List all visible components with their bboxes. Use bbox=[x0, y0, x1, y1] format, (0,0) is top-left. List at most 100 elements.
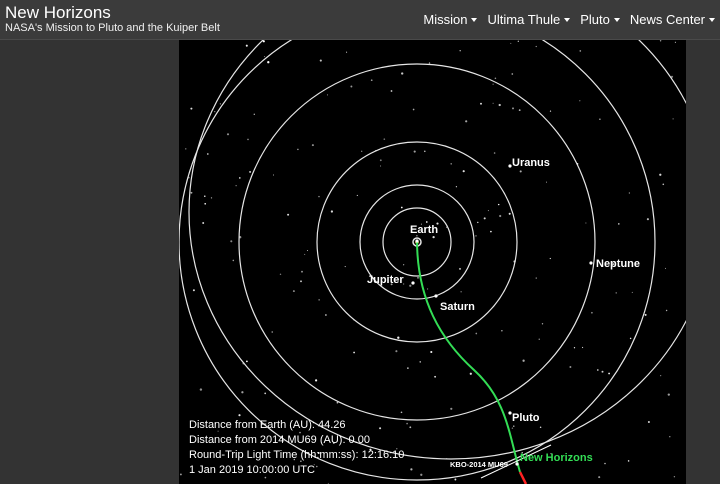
top-navbar: New Horizons NASA's Mission to Pluto and… bbox=[0, 0, 720, 40]
star bbox=[206, 153, 209, 155]
star bbox=[407, 367, 409, 369]
star bbox=[596, 369, 599, 371]
planet-markers bbox=[411, 164, 593, 466]
star bbox=[300, 280, 302, 283]
star bbox=[480, 102, 482, 105]
star bbox=[311, 144, 314, 147]
star bbox=[380, 165, 382, 167]
brand[interactable]: New Horizons NASA's Mission to Pluto and… bbox=[5, 4, 220, 35]
star bbox=[469, 372, 472, 375]
star bbox=[219, 103, 221, 105]
star bbox=[483, 217, 486, 220]
star bbox=[459, 49, 461, 52]
star bbox=[522, 359, 525, 362]
star bbox=[235, 185, 237, 187]
new-horizons-label: New Horizons bbox=[520, 452, 593, 464]
jupiter-dot bbox=[411, 281, 415, 285]
star bbox=[618, 223, 620, 225]
star bbox=[497, 203, 500, 206]
star bbox=[204, 202, 207, 205]
star bbox=[400, 206, 403, 209]
nav-pluto-label: Pluto bbox=[580, 12, 610, 27]
nav-menu: Mission Ultima Thule Pluto News Center bbox=[418, 0, 720, 39]
star bbox=[513, 425, 515, 427]
star bbox=[401, 72, 404, 75]
nav-ultima-thule-label: Ultima Thule bbox=[487, 12, 561, 27]
chevron-down-icon bbox=[564, 17, 571, 22]
nav-pluto[interactable]: Pluto bbox=[575, 12, 625, 27]
nav-news-center[interactable]: News Center bbox=[625, 12, 720, 27]
star bbox=[419, 361, 421, 363]
star bbox=[660, 375, 662, 377]
star bbox=[628, 192, 631, 194]
solar-system-visualization[interactable]: Earth Jupiter Saturn Uranus Neptune Plut… bbox=[179, 40, 686, 484]
star bbox=[403, 264, 405, 266]
star bbox=[287, 213, 290, 216]
star bbox=[199, 388, 203, 391]
star bbox=[241, 391, 244, 394]
star bbox=[538, 338, 540, 340]
nav-mission[interactable]: Mission bbox=[418, 12, 482, 27]
star bbox=[518, 109, 521, 111]
star bbox=[417, 276, 419, 279]
star bbox=[669, 436, 671, 438]
star bbox=[487, 210, 489, 212]
neptune-dot bbox=[589, 261, 593, 265]
star bbox=[667, 393, 670, 396]
star bbox=[455, 186, 458, 188]
star bbox=[579, 100, 581, 102]
star bbox=[425, 221, 428, 223]
star bbox=[674, 41, 676, 43]
star bbox=[579, 50, 582, 52]
star bbox=[659, 173, 662, 176]
star bbox=[615, 292, 617, 294]
star bbox=[535, 277, 537, 279]
nav-ultima-thule[interactable]: Ultima Thule bbox=[482, 12, 575, 27]
star bbox=[432, 235, 435, 239]
uranus-label: Uranus bbox=[512, 157, 550, 169]
star bbox=[599, 118, 601, 120]
mu69-label: KBO-2014 MU69 bbox=[450, 460, 508, 469]
star bbox=[631, 291, 633, 293]
star bbox=[210, 197, 213, 199]
star bbox=[267, 61, 270, 64]
star bbox=[245, 360, 248, 363]
star bbox=[420, 473, 423, 476]
earth-dot bbox=[415, 239, 419, 243]
star bbox=[292, 290, 295, 293]
star bbox=[247, 138, 249, 141]
star bbox=[647, 420, 650, 424]
star bbox=[301, 270, 303, 273]
star bbox=[549, 257, 551, 260]
star bbox=[434, 375, 437, 378]
star bbox=[350, 85, 353, 88]
site-title[interactable]: New Horizons bbox=[5, 4, 220, 22]
star bbox=[245, 44, 248, 47]
saturn-dot bbox=[434, 294, 438, 298]
star bbox=[232, 259, 235, 262]
star bbox=[450, 407, 453, 410]
star bbox=[498, 103, 501, 107]
star bbox=[673, 476, 676, 478]
star bbox=[185, 148, 187, 150]
jupiter-label: Jupiter bbox=[367, 274, 404, 286]
earth-label: Earth bbox=[410, 224, 438, 236]
site-subtitle: NASA's Mission to Pluto and the Kuiper B… bbox=[5, 22, 220, 34]
star bbox=[238, 414, 241, 417]
distance-from-earth: Distance from Earth (AU): 44.26 bbox=[189, 419, 346, 431]
star bbox=[428, 62, 431, 64]
star bbox=[370, 79, 373, 82]
distance-readout: Distance from Earth (AU): 44.26 Distance… bbox=[189, 418, 404, 478]
star bbox=[535, 45, 537, 48]
star bbox=[430, 350, 433, 354]
star bbox=[379, 159, 382, 162]
saturn-label: Saturn bbox=[440, 301, 475, 313]
star bbox=[672, 118, 674, 120]
star bbox=[410, 468, 413, 471]
star bbox=[412, 108, 415, 111]
star bbox=[659, 40, 662, 42]
star bbox=[458, 267, 462, 270]
star bbox=[629, 337, 632, 340]
star bbox=[517, 40, 519, 42]
star bbox=[272, 174, 275, 176]
